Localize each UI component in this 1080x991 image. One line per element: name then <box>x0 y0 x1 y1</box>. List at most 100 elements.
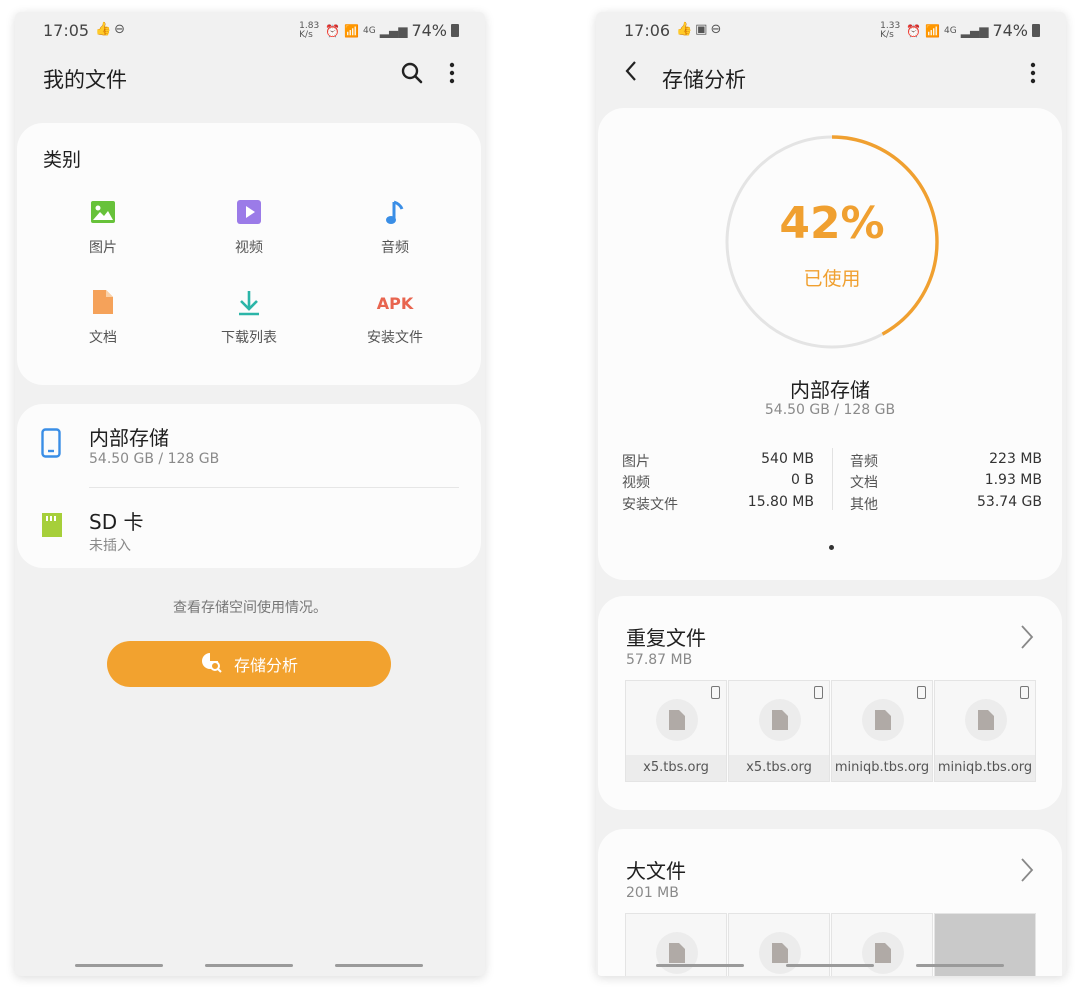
stat-other: 其他 53.74 GB <box>850 494 1042 514</box>
phone-storage-icon <box>41 428 61 462</box>
more-options-icon[interactable] <box>449 62 455 93</box>
storage-analysis-button[interactable]: 存储分析 <box>107 641 391 687</box>
net-speed: 1.83 K/s <box>299 20 320 40</box>
more-options-icon[interactable] <box>1030 62 1036 93</box>
stat-label: 音频 <box>850 454 878 470</box>
page-indicator <box>829 545 834 550</box>
storage-hint: 查看存储空间使用情况。 <box>173 600 327 616</box>
categories-title: 类别 <box>43 149 82 171</box>
video-icon <box>189 199 309 229</box>
category-label: 下载列表 <box>221 330 277 346</box>
status-right-icons: 1.33 K/s ⏰ 📶 4G ▂▄▆ 74% <box>880 21 1040 40</box>
device-icon <box>711 686 720 699</box>
chevron-right-icon[interactable] <box>1020 857 1034 889</box>
nav-indicator <box>786 964 874 967</box>
stat-value: 223 MB <box>989 451 1042 467</box>
chevron-right-icon[interactable] <box>1020 624 1034 656</box>
usage-ring: 42% 已使用 <box>722 132 942 352</box>
category-documents[interactable]: 文档 <box>43 289 163 347</box>
device-icon <box>917 686 926 699</box>
apk-icon: APK <box>376 294 414 313</box>
usage-card: 42% 已使用 内部存储 54.50 GB / 128 GB 图片 540 MB… <box>598 108 1062 580</box>
category-audio[interactable]: 音频 <box>335 199 455 257</box>
storage-name: 内部存储 <box>89 426 169 450</box>
file-thumb <box>862 699 904 741</box>
category-label: 视频 <box>235 240 263 256</box>
duplicate-file-tile[interactable]: x5.tbs.org <box>625 680 727 782</box>
large-files-title: 大文件 <box>626 859 686 883</box>
nav-indicator <box>656 964 744 967</box>
music-icon <box>335 199 455 229</box>
stat-label: 视频 <box>622 475 650 491</box>
image-icon <box>43 199 163 229</box>
stat-audio: 音频 223 MB <box>850 451 1042 471</box>
file-thumb <box>656 699 698 741</box>
category-images[interactable]: 图片 <box>43 199 163 257</box>
storage-card: 内部存储 54.50 GB / 128 GB SD 卡 未插入 <box>17 404 481 568</box>
duplicate-file-tile[interactable]: x5.tbs.org <box>728 680 830 782</box>
sd-card-icon <box>41 512 63 542</box>
wifi-icon: 📶 <box>344 23 360 38</box>
stat-value: 0 B <box>791 472 814 488</box>
app-bar: 存储分析 <box>596 60 1066 96</box>
page-title: 我的文件 <box>43 68 127 92</box>
category-videos[interactable]: 视频 <box>189 199 309 257</box>
stat-value: 540 MB <box>761 451 814 467</box>
notification-icons: 👍⊖ <box>95 22 129 37</box>
stat-label: 其他 <box>850 497 878 513</box>
app-bar: 我的文件 <box>15 60 485 96</box>
file-name: x5.tbs.org <box>626 755 726 781</box>
duplicate-files-size: 57.87 MB <box>626 652 693 668</box>
storage-name: SD 卡 <box>89 510 144 534</box>
battery-icon <box>451 24 459 37</box>
alarm-icon: ⏰ <box>325 23 341 38</box>
nav-bar <box>15 964 485 968</box>
stat-value: 15.80 MB <box>747 494 814 510</box>
large-files-size: 201 MB <box>626 885 679 901</box>
internal-storage-row[interactable]: 内部存储 54.50 GB / 128 GB <box>17 404 481 488</box>
usage-label: 已使用 <box>803 268 861 290</box>
storage-analysis-label: 存储分析 <box>233 656 298 675</box>
status-bar: 17:06 👍▣⊖ 1.33 K/s ⏰ 📶 4G ▂▄▆ 74% <box>596 12 1066 52</box>
network-type: 4G <box>363 25 376 36</box>
duplicate-file-tile[interactable]: miniqb.tbs.org <box>831 680 933 782</box>
my-files-screen: 17:05 👍⊖ 1.83 K/s ⏰ 📶 4G ▂▄▆ 74% 我的文件 类别… <box>15 12 485 976</box>
stat-documents: 文档 1.93 MB <box>850 472 1042 492</box>
category-apk[interactable]: APK 安装文件 <box>335 289 455 347</box>
wifi-icon: 📶 <box>925 23 941 38</box>
stat-label: 安装文件 <box>622 497 678 513</box>
status-time: 17:06 <box>624 21 671 40</box>
signal-icon: ▂▄▆ <box>379 23 408 38</box>
search-icon[interactable] <box>401 62 423 93</box>
status-bar: 17:05 👍⊖ 1.83 K/s ⏰ 📶 4G ▂▄▆ 74% <box>15 12 485 52</box>
analysis-icon <box>200 651 222 677</box>
categories-card: 类别 图片 视频 音频 文档 下载列表 APK 安装文件 <box>17 123 481 385</box>
category-label: 文档 <box>89 330 117 346</box>
notification-icons: 👍▣⊖ <box>676 22 725 37</box>
nav-bar <box>596 964 1066 968</box>
battery-percent: 74% <box>411 21 447 40</box>
duplicate-file-tile[interactable]: miniqb.tbs.org <box>934 680 1036 782</box>
stat-apk: 安装文件 15.80 MB <box>622 494 814 514</box>
category-label: 音频 <box>381 240 409 256</box>
category-label: 安装文件 <box>367 330 423 346</box>
internal-storage-usage: 54.50 GB / 128 GB <box>764 402 896 418</box>
stat-label: 文档 <box>850 475 878 491</box>
file-name: miniqb.tbs.org <box>935 755 1035 781</box>
stat-videos: 视频 0 B <box>622 472 814 492</box>
category-downloads[interactable]: 下载列表 <box>189 289 309 347</box>
duplicate-files-card[interactable]: 重复文件 57.87 MB x5.tbs.org x5.tbs.org mini… <box>598 596 1062 810</box>
nav-indicator <box>75 964 163 967</box>
stat-label: 图片 <box>622 454 650 470</box>
file-name: miniqb.tbs.org <box>832 755 932 781</box>
battery-icon <box>1032 24 1040 37</box>
file-thumb <box>965 699 1007 741</box>
storage-analysis-screen: 17:06 👍▣⊖ 1.33 K/s ⏰ 📶 4G ▂▄▆ 74% 存储分析 4… <box>596 12 1066 976</box>
stat-value: 53.74 GB <box>977 494 1042 510</box>
sd-card-row[interactable]: SD 卡 未插入 <box>17 488 481 572</box>
duplicate-files-title: 重复文件 <box>626 626 706 650</box>
device-icon <box>1020 686 1029 699</box>
back-arrow-icon[interactable] <box>624 60 638 91</box>
large-files-card[interactable]: 大文件 201 MB <box>598 829 1062 976</box>
storage-status: 未插入 <box>89 538 131 554</box>
